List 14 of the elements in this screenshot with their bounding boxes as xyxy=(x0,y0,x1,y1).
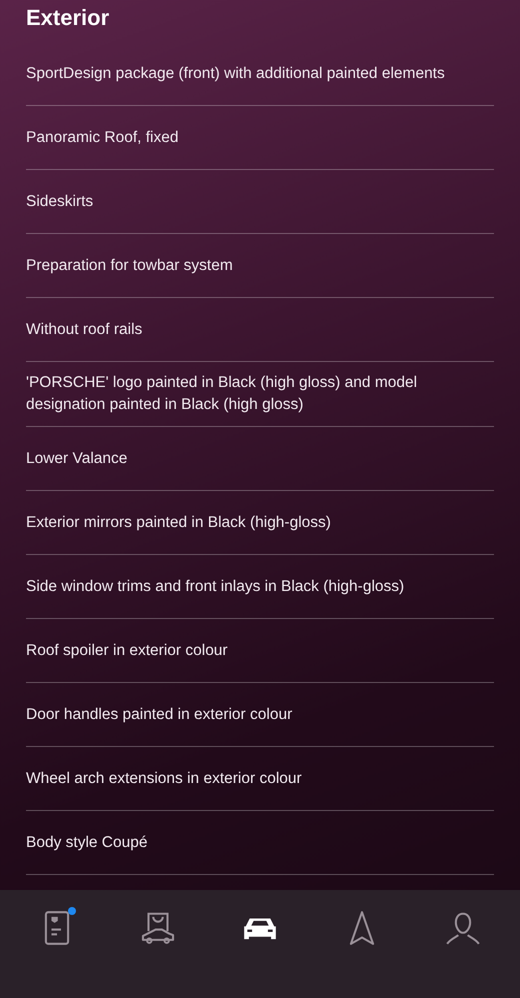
option-text: Preparation for towbar system xyxy=(26,256,233,276)
option-text: Sideskirts xyxy=(26,192,94,212)
option-text: SportDesign package (front) with additional painted elements xyxy=(26,64,445,84)
option-text: Panoramic Roof, fixed xyxy=(26,128,178,148)
option-text: Roof spoiler in exterior colour xyxy=(26,640,228,660)
option-text: Without roof rails xyxy=(26,320,142,340)
option-text: Door handles painted in exterior colour xyxy=(26,704,292,724)
option-text: 'PORSCHE' logo painted in Black (high gloss) and model designation painted in Black (high gloss) xyxy=(26,373,418,415)
option-text: Side window trims and front inlays in Black (high-gloss) xyxy=(26,576,404,596)
option-text: Lower Valance xyxy=(26,448,128,468)
option-text: Wheel arch extensions in exterior colour xyxy=(26,768,302,788)
option-text: Exterior mirrors painted in Black (high-gloss) xyxy=(26,512,331,532)
page-title: Exterior xyxy=(26,4,110,32)
option-text: Body style Coupé xyxy=(26,832,148,852)
